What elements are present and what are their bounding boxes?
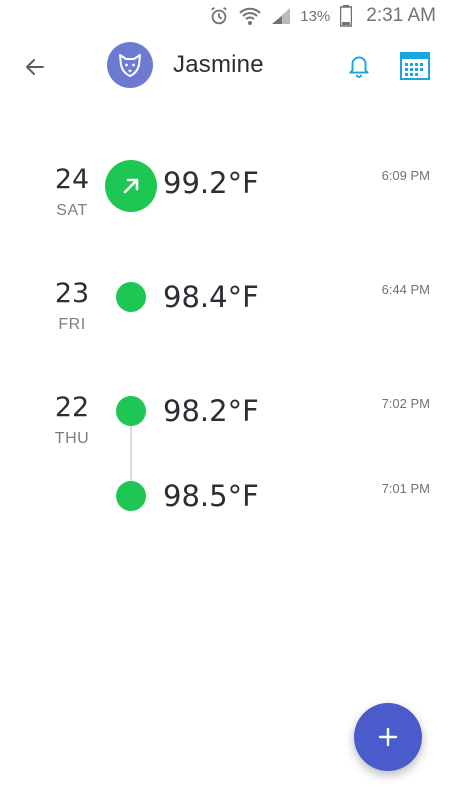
reading-entry[interactable]: 98.5°F 7:01 PM <box>0 463 450 533</box>
reading-entry[interactable]: 23 FRI 98.4°F 6:44 PM <box>0 264 450 334</box>
reading-time: 6:44 PM <box>381 282 430 297</box>
temperature-value: 98.4°F <box>163 280 259 314</box>
reading-time: 7:02 PM <box>381 396 430 411</box>
status-time: 2:31 AM <box>366 5 436 26</box>
bell-icon <box>349 56 369 78</box>
add-reading-button[interactable] <box>354 703 422 771</box>
reading-marker[interactable] <box>116 282 146 312</box>
temperature-value: 99.2°F <box>163 166 259 200</box>
weekday-label: FRI <box>58 316 86 333</box>
wifi-icon <box>238 5 262 27</box>
day-number: 24 <box>54 164 90 195</box>
signal-icon <box>270 6 292 26</box>
reading-marker[interactable] <box>116 396 146 426</box>
notifications-button[interactable] <box>342 48 376 82</box>
reading-marker[interactable] <box>116 481 146 511</box>
avatar[interactable] <box>107 42 153 88</box>
weekday-label: SAT <box>56 202 88 219</box>
reading-time: 7:01 PM <box>381 481 430 496</box>
reading-entry[interactable]: 22 THU 98.2°F 7:02 PM <box>0 378 450 448</box>
trend-up-arrow-icon <box>123 178 139 194</box>
app-bar: Jasmine <box>0 32 450 102</box>
battery-icon <box>340 5 353 27</box>
day-number: 23 <box>54 278 90 309</box>
temperature-value: 98.2°F <box>163 394 259 428</box>
back-button[interactable] <box>18 50 52 84</box>
weekday-label: THU <box>54 430 90 447</box>
calendar-icon <box>400 52 430 80</box>
status-bar: 13% 2:31 AM <box>0 0 450 32</box>
reading-entry[interactable]: 24 SAT 99.2°F 6:09 PM <box>0 150 450 220</box>
reading-time: 6:09 PM <box>381 168 430 183</box>
plus-icon <box>378 727 398 747</box>
calendar-button[interactable] <box>397 48 433 84</box>
fox-face-icon <box>119 54 141 77</box>
alarm-icon <box>208 5 230 27</box>
temperature-value: 98.5°F <box>163 479 259 513</box>
day-number: 22 <box>54 392 90 423</box>
profile-name[interactable]: Jasmine <box>173 51 264 79</box>
reading-marker[interactable] <box>105 160 157 212</box>
battery-percent: 13% <box>300 7 331 25</box>
back-arrow-icon <box>26 59 44 75</box>
